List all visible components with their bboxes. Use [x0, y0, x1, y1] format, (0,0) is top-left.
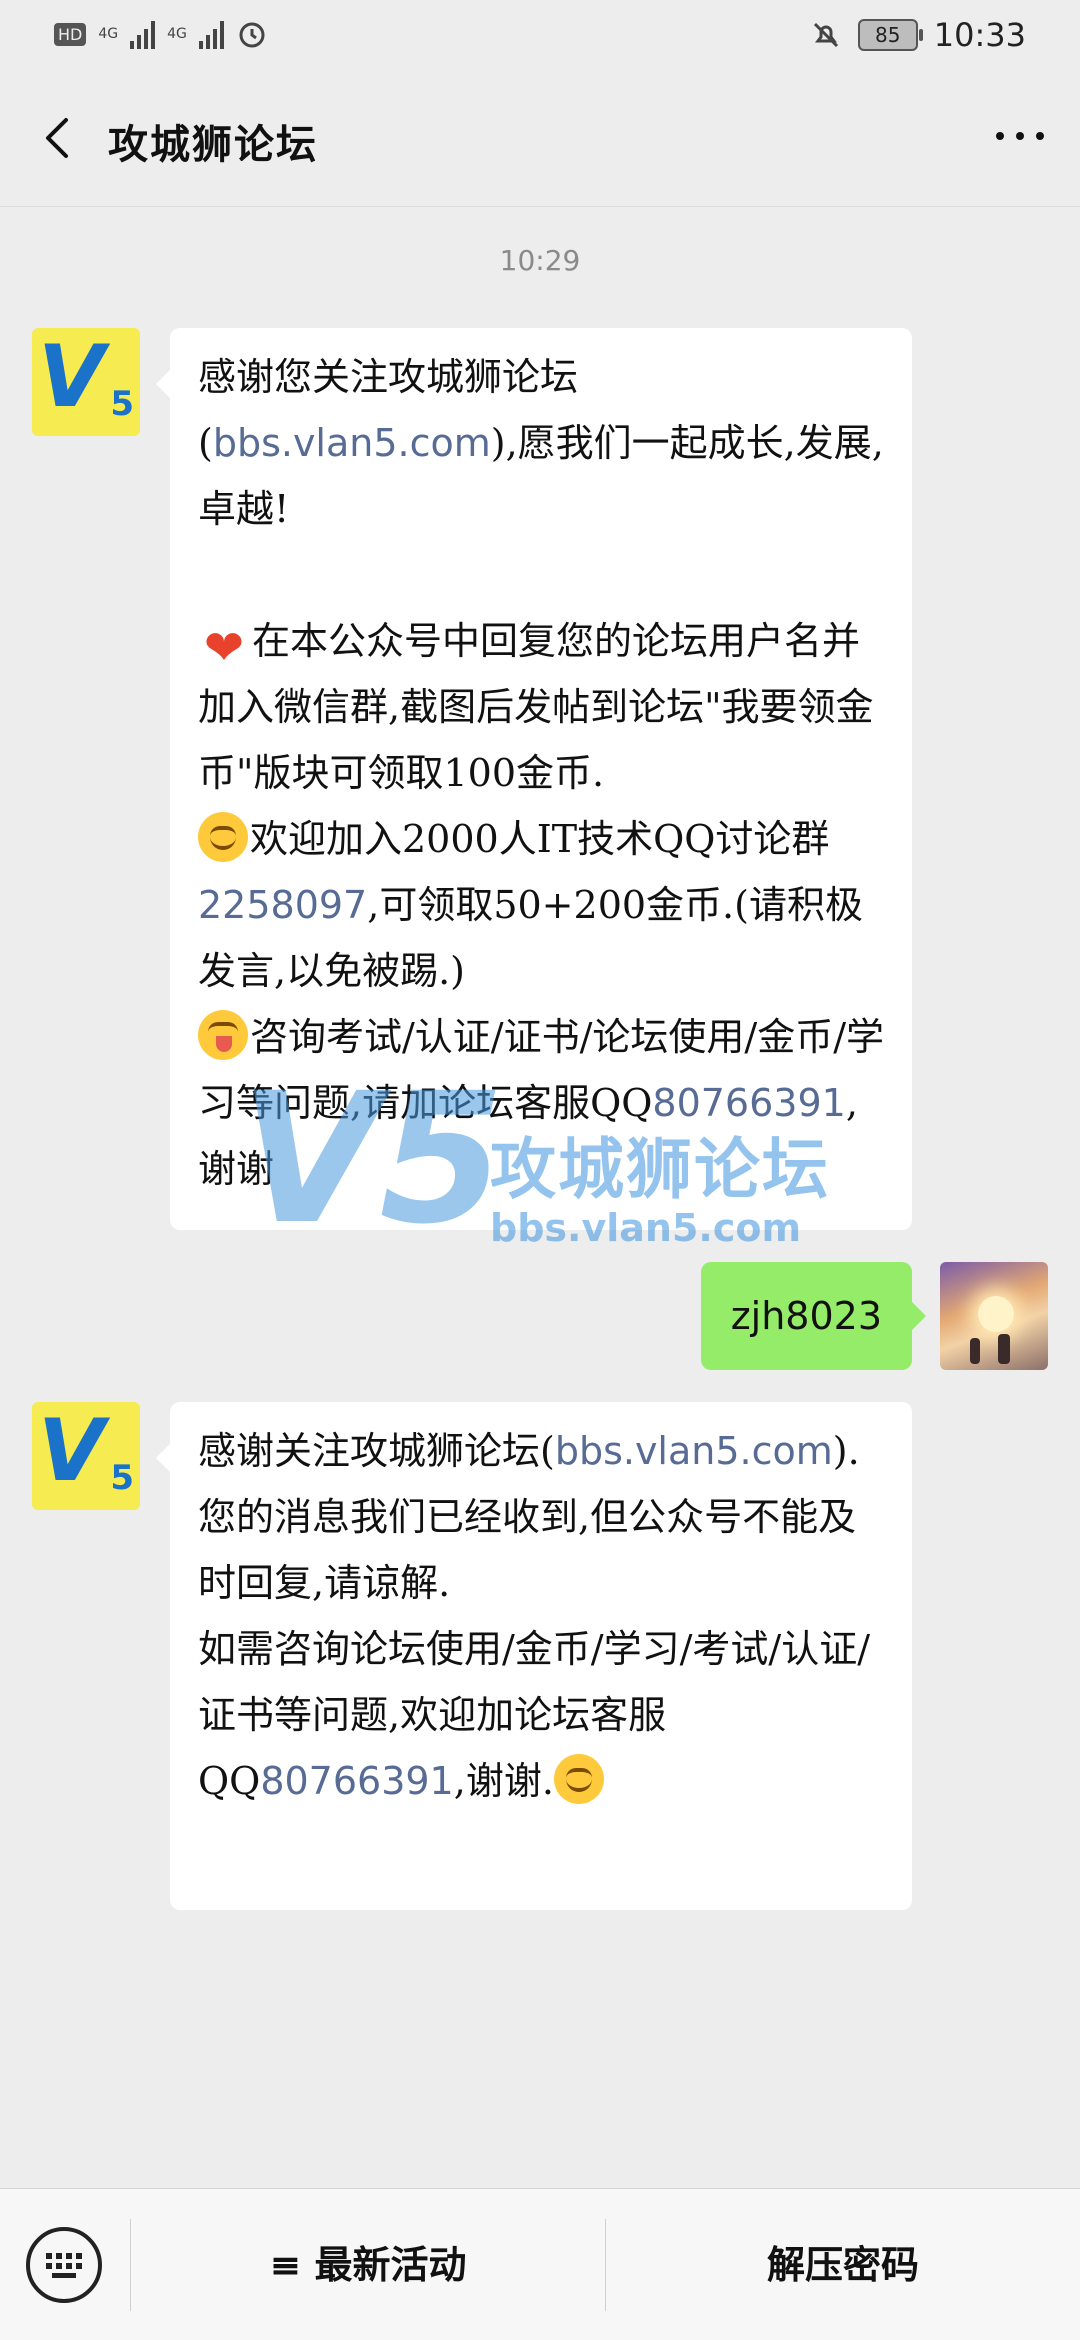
- clock: 10:33: [933, 16, 1026, 54]
- message-1-para-4: 咨询考试/认证/证书/论坛使用/金币/学习等问题,请加论坛客服QQ8076639…: [198, 1004, 886, 1202]
- my-message-bubble[interactable]: zjh8023: [700, 1262, 927, 1370]
- qq-group-link[interactable]: 2258097: [198, 883, 367, 927]
- avatar-logo-v: V: [38, 1402, 105, 1501]
- message-1-para-1: 感谢您关注攻城狮论坛(bbs.vlan5.com),愿我们一起成长,发展,卓越!: [198, 355, 884, 531]
- bottom-menu-bar: ≡ 最新活动 解压密码: [0, 2188, 1080, 2340]
- status-indicators: HD 4G 4G: [54, 18, 268, 50]
- avatar-figure-graphic: [970, 1338, 980, 1364]
- avatar-logo-v: V: [38, 328, 105, 427]
- avatar-figure-graphic-2: [998, 1334, 1010, 1364]
- keyboard-keys-graphic: [46, 2253, 82, 2278]
- menu-latest-activities[interactable]: ≡ 最新活动: [131, 2189, 605, 2340]
- message-3-para-1: 感谢关注攻城狮论坛(bbs.vlan5.com).: [198, 1429, 860, 1473]
- chevron-left-icon[interactable]: [34, 112, 86, 164]
- avatar-sun-graphic: [978, 1296, 1014, 1332]
- message-bubble-3[interactable]: 感谢关注攻城狮论坛(bbs.vlan5.com). 您的消息我们已经收到,但公众…: [156, 1402, 912, 1910]
- chat-header: 攻城狮论坛: [0, 72, 1080, 207]
- message-3-para-2: 您的消息我们已经收到,但公众号不能及时回复,请谅解.: [198, 1495, 857, 1605]
- smile-emoji-icon-2: [553, 1754, 604, 1804]
- alarm-icon: [239, 22, 265, 48]
- smile-emoji-icon: [198, 812, 248, 862]
- hd-indicator: HD: [54, 22, 87, 46]
- message-1-para-2: ❤ 在本公众号中回复您的论坛用户名并加入微信群,截图后发帖到论坛"我要领金币"版块…: [198, 619, 874, 795]
- wink-emoji-icon: [198, 1010, 248, 1060]
- keyboard-icon[interactable]: [26, 2227, 102, 2303]
- official-avatar-2[interactable]: V 5: [32, 1402, 140, 1510]
- battery-indicator: 85: [857, 19, 923, 51]
- avatar-logo-5: 5: [110, 1458, 134, 1498]
- chat-screen: HD 4G 4G 85 10:33 攻城狮论坛 10:29 V 5 感谢您关注攻…: [0, 0, 1080, 2340]
- signal-icon: [130, 19, 156, 49]
- forum-link[interactable]: bbs.vlan5.com: [213, 421, 491, 465]
- message-bubble-1[interactable]: 感谢您关注攻城狮论坛(bbs.vlan5.com),愿我们一起成长,发展,卓越!…: [156, 328, 912, 1230]
- signal-icon-2: [198, 19, 224, 49]
- qq-service-link-2[interactable]: 80766391: [260, 1759, 453, 1803]
- heart-icon: ❤: [203, 620, 245, 676]
- qq-service-link[interactable]: 80766391: [652, 1081, 845, 1125]
- message-timestamp: 10:29: [499, 244, 581, 277]
- user-avatar[interactable]: [940, 1262, 1048, 1370]
- message-1-para-3: 欢迎加入2000人IT技术QQ讨论群2258097,可领取50+200金币.(请…: [198, 806, 886, 1004]
- network-4g-label-2: 4G: [167, 26, 187, 42]
- chat-title: 攻城狮论坛: [108, 122, 318, 168]
- avatar-logo-5: 5: [110, 384, 134, 424]
- status-right: 85 10:33: [810, 16, 1026, 54]
- network-4g-label: 4G: [98, 26, 119, 42]
- more-dots-icon[interactable]: [990, 116, 1050, 156]
- menu-unzip-password[interactable]: 解压密码: [606, 2189, 1080, 2340]
- official-avatar[interactable]: V 5: [32, 328, 140, 436]
- status-bar: HD 4G 4G 85 10:33: [0, 0, 1080, 72]
- message-3-para-3: 如需咨询论坛使用/金币/学习/考试/认证/证书等问题,欢迎加论坛客服QQ8076…: [198, 1627, 871, 1804]
- forum-link-2[interactable]: bbs.vlan5.com: [555, 1429, 833, 1473]
- mute-bell-icon: [813, 22, 838, 48]
